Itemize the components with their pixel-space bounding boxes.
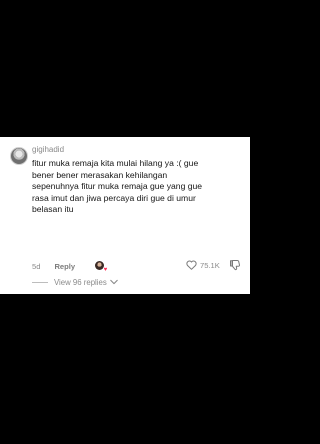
replies-divider	[32, 281, 48, 283]
comment-meta: 5d Reply ♥	[32, 260, 108, 273]
comment-line: sepenuhnya fitur muka remaja gue yang gu…	[32, 181, 203, 191]
chevron-down-icon	[109, 279, 118, 285]
creator-liked-avatar-icon: ♥	[95, 261, 108, 273]
comment-line: bener bener merasakan kehilangan	[32, 169, 168, 180]
comment-line: rasa imut dan jiwa percaya diri gue di u…	[32, 192, 196, 203]
comment-card: gigihadid fitur muka remaja kita mulai h…	[0, 137, 250, 294]
thumbs-down-icon	[230, 260, 241, 271]
comment-username[interactable]: gigihadid	[32, 145, 64, 155]
heart-icon: ♥	[103, 267, 108, 273]
heart-outline-icon	[186, 260, 197, 270]
comment-age: 5d	[32, 261, 41, 271]
comment-line: belasan itu	[32, 204, 74, 214]
video-frame: gigihadid fitur muka remaja kita mulai h…	[0, 0, 250, 444]
avatar[interactable]	[10, 147, 28, 165]
comment-text: fitur muka remaja kita mulai hilang ya :…	[32, 158, 242, 216]
comment-line: fitur muka remaja kita mulai hilang ya :…	[32, 158, 199, 168]
dislike-button[interactable]	[229, 258, 241, 276]
view-replies-button[interactable]: View 96 replies	[32, 276, 118, 288]
like-button[interactable]: 75.1K	[186, 258, 220, 272]
reply-button[interactable]: Reply	[54, 262, 75, 271]
view-replies-label: View 96 replies	[54, 277, 107, 287]
like-count: 75.1K	[200, 260, 220, 270]
